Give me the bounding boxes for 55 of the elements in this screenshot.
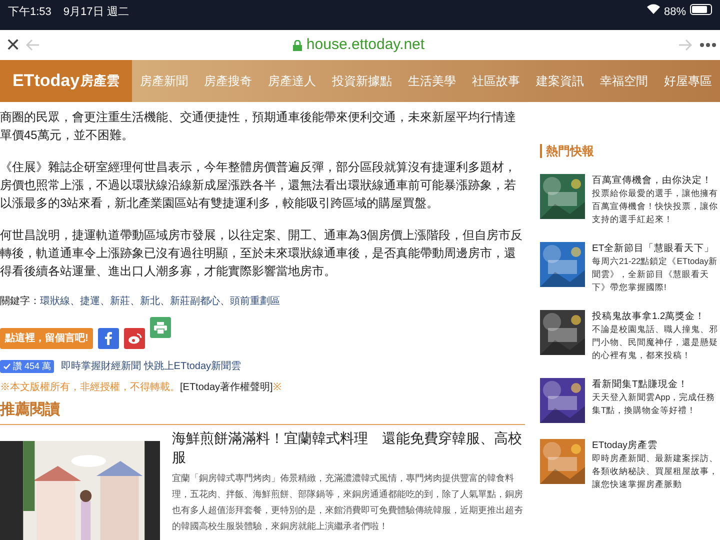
news-title[interactable]: 百萬宣傳機會，由你決定！ (592, 174, 720, 187)
nav-link[interactable]: 好屋專區 (664, 72, 712, 90)
news-title[interactable]: ET全新節目「慧眼看天下」 (592, 242, 720, 255)
article-paragraph: 《住展》雜誌企研室經理何世昌表示，今年整體房價普遍反彈，部分區段就算沒有捷運利多題材，房價也照常上漲，不過以環狀線沿線新成屋漲跌各半，還無法看出環狀線通車前可能暴漲跡象，若以漲最多的3站來看，新北產業園區站有雙捷運利多，較能吸引跨區域的購屋買盤。 (0, 159, 517, 212)
facebook-icon (105, 332, 112, 345)
keyword-link[interactable]: 捷運 (80, 294, 100, 309)
article-paragraph: 商圈的民眾，會更注重生活機能、交通便捷性，預期通車後能帶來便利交通，未來新屋平均行情達單價45萬元，並不困難。 (0, 109, 517, 144)
weibo-icon (128, 333, 142, 344)
article-paragraph: 何世昌說明，捷運軌道帶動區域房市發展，以往定案、開工、通車為3個房價上漲階段，但自房市反轉後，軌道通車令上漲跡象已沒有過往明顯，至於未來環狀線通車後，是否真能帶動周邊房市，還得看後續各站運量、進出口人潮多寡，才能實際影響當地房市。 (0, 227, 524, 280)
url-text[interactable]: house.ettoday.net (306, 34, 425, 56)
copyright-mark: ※ (272, 381, 281, 395)
keyword-link[interactable]: 新莊 (110, 294, 130, 309)
copyright-link[interactable]: [ETtoday著作權聲明] (180, 380, 273, 395)
keyword-link[interactable]: 新莊副都心 (170, 294, 220, 309)
lock-icon (293, 40, 302, 50)
keyword-separator: 、 (220, 295, 230, 309)
wifi-icon (646, 4, 660, 14)
facebook-button[interactable] (98, 328, 120, 349)
recommended-title[interactable]: 海鮮煎餅滿滿料！宜蘭韓式料理 還能免費穿韓服、高校服 (172, 428, 525, 466)
copyright-notice: ※本文版權所有，非經授權，不得轉載。 (0, 380, 180, 395)
news-summary: 不論是校園鬼話、職人撞鬼、邪門小物、民間魔神仔，還是懸疑的心裡有鬼，都來投稿！ (592, 323, 719, 362)
check-icon (3, 363, 11, 370)
keywords-label: 關鍵字： (0, 294, 40, 309)
thumbnail[interactable] (540, 242, 585, 287)
close-button[interactable]: ✕ (4, 32, 22, 58)
news-summary: 投票給你最愛的選手，讓他擁有百萬宣傳機會！快快投票，讓你支持的選手紅起來！ (592, 187, 719, 226)
thumbnail[interactable] (540, 174, 585, 219)
keyword-separator: 、 (100, 295, 110, 309)
like-button[interactable]: 讚 454 萬 (0, 360, 54, 373)
keyword-link[interactable]: 新北 (140, 294, 160, 309)
news-summary: 天天登入新聞雲App，完成任務集T點，換購物金等好禮！ (592, 391, 716, 417)
printer-icon (154, 322, 168, 334)
thumbnail[interactable] (540, 378, 585, 423)
weibo-button[interactable] (124, 328, 146, 349)
battery-icon (690, 4, 712, 15)
keyword-separator: 、 (70, 295, 80, 309)
news-title[interactable]: ETtoday房產雲 (592, 439, 720, 452)
keyword-separator: 、 (130, 295, 140, 309)
recommended-summary: 宜蘭「銅房韓式專門烤肉」佈景精緻，充滿濃濃韓式風情，專門烤肉提供豐富的韓食料理，五花肉、拌飯、海鮮煎餅、部隊鍋等，來銅房通通都能吃的到，除了人氣單點，銅房也有多人超值澎拜套餐，更特別的是，來館消費即可免費體驗傳統韓服，近期更推出超夯的韓國高校生服裝體驗，來銅房就能上演繼承者們啦！ (172, 472, 524, 532)
promo-link[interactable]: 即時掌握財經新聞 快跳上ETtoday新聞雲 (61, 359, 242, 374)
battery-percent: 88% (664, 5, 686, 20)
keyword-separator: 、 (160, 295, 170, 309)
news-summary: 即時房產新聞、最新建案採訪、各類收納秘訣、買屋租屋故事，讓您快速掌握房產脈動 (592, 452, 719, 491)
keyword-link[interactable]: 頭前重劃區 (230, 294, 280, 309)
thumbnail[interactable] (540, 439, 585, 484)
keyword-link[interactable]: 環狀線 (40, 294, 70, 309)
sidebar-heading: 熱門快報 (540, 144, 720, 158)
thumbnail[interactable] (540, 310, 585, 355)
news-title[interactable]: 看新聞集T點賺現金！ (592, 378, 720, 391)
status-time: 下午1:53 (8, 5, 52, 20)
news-summary: 每周六21-22點鎖定《ETtoday新聞雲》，全新節目《慧眼看天下》帶您掌握國際! (592, 255, 718, 294)
news-title[interactable]: 投稿鬼故事拿1.2萬獎金！ (592, 310, 720, 323)
status-date: 9月17日 週二 (63, 5, 129, 20)
print-button[interactable] (150, 317, 172, 338)
more-icon[interactable] (700, 43, 716, 47)
